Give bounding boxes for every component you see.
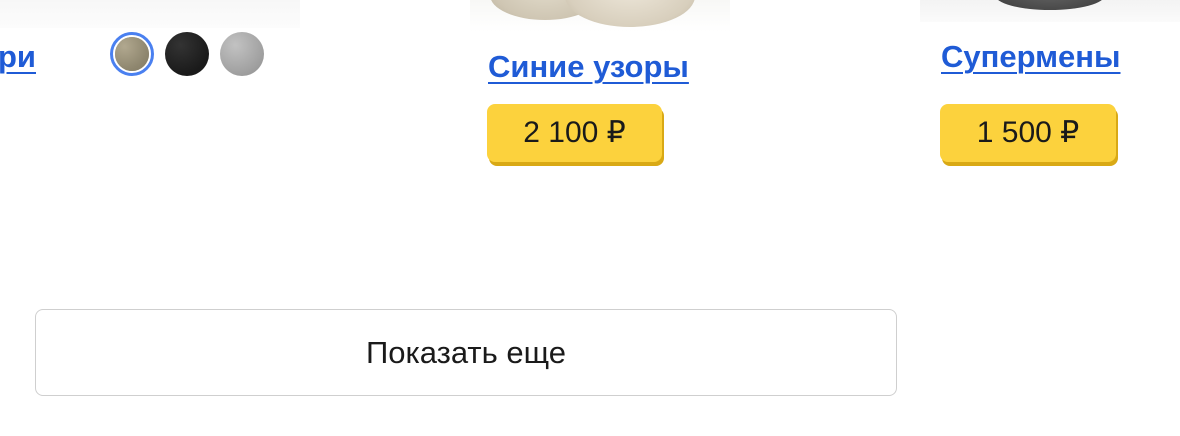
color-swatches [110, 32, 264, 76]
product-title-link[interactable]: Супермены [941, 40, 1121, 74]
price-badge: 2 100 ₽ [487, 104, 662, 162]
color-swatch-beige[interactable] [110, 32, 154, 76]
show-more-button[interactable]: Показать еще [35, 309, 897, 396]
product-photo-shape [995, 0, 1105, 10]
product-image[interactable] [0, 0, 300, 28]
product-photo-shape [565, 0, 695, 27]
product-image[interactable] [470, 0, 730, 32]
product-image[interactable] [920, 0, 1180, 22]
color-swatch-black[interactable] [165, 32, 209, 76]
product-title-link[interactable]: ри [0, 40, 36, 74]
color-swatch-gray[interactable] [220, 32, 264, 76]
product-title-link[interactable]: Синие узоры [488, 50, 689, 84]
price-badge: 1 500 ₽ [940, 104, 1116, 162]
